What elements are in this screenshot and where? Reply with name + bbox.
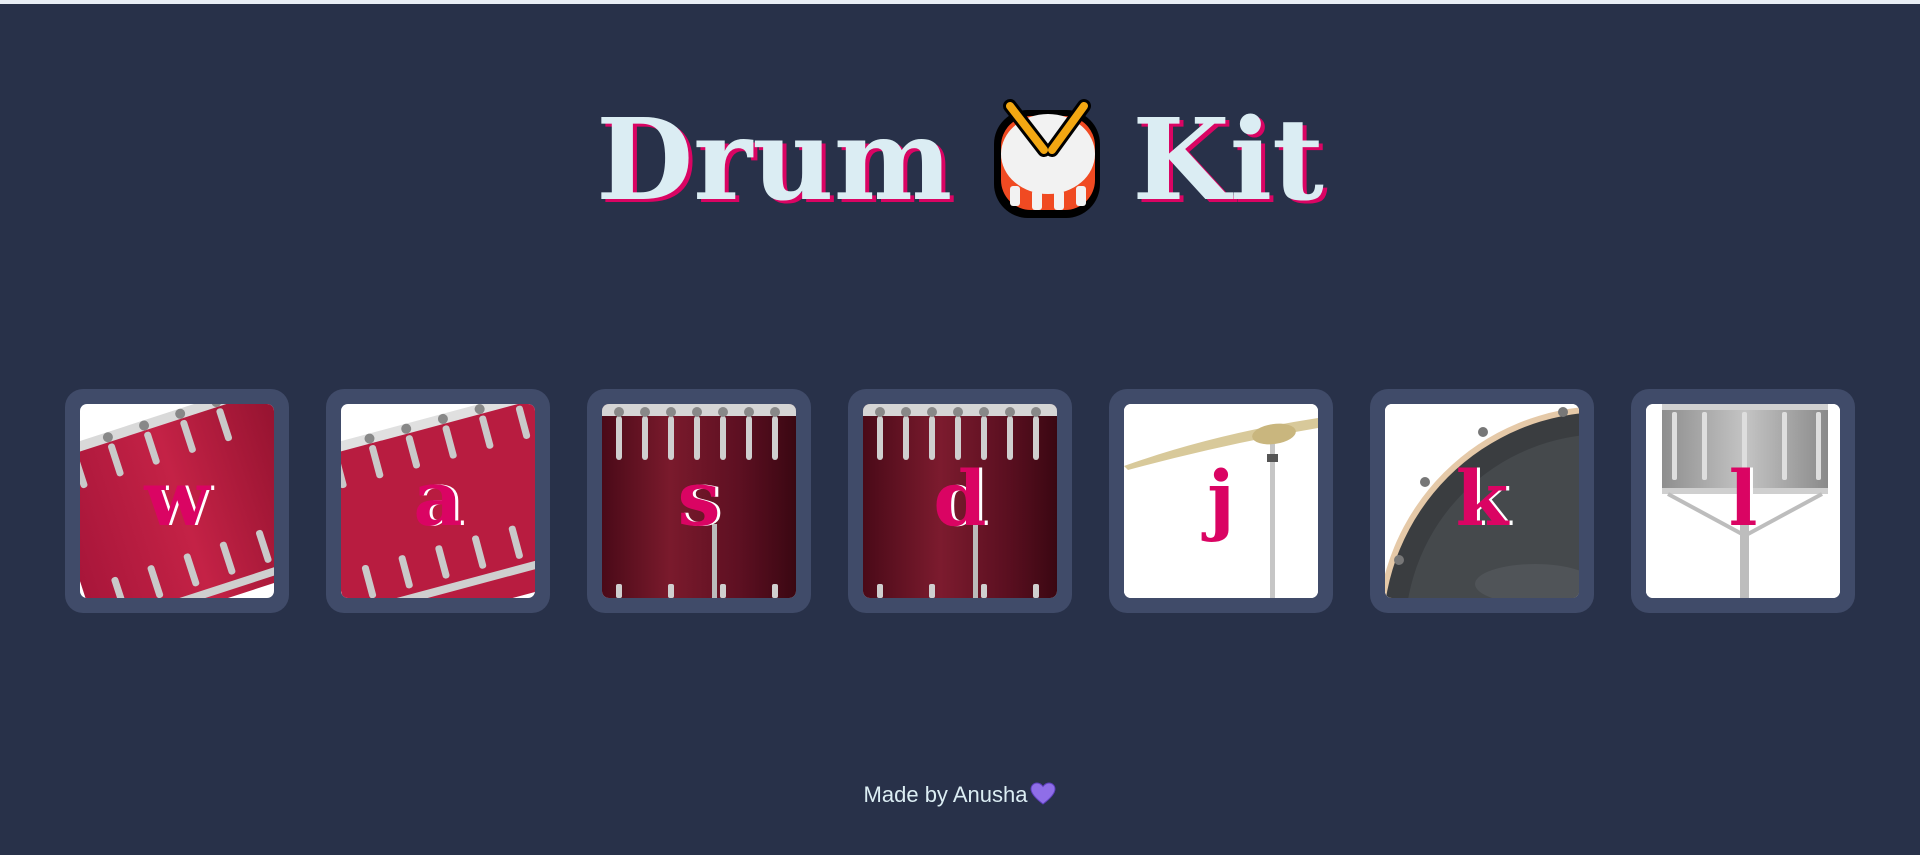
pad-face: s	[602, 404, 796, 598]
drum-pad-s[interactable]: s	[587, 389, 811, 613]
pad-face: j	[1124, 404, 1318, 598]
pad-key-label: w	[144, 454, 210, 543]
drum-pad-j[interactable]: j	[1109, 389, 1333, 613]
title-word-kit: Kit	[1132, 94, 1324, 226]
pad-key-label: k	[1455, 454, 1509, 543]
drum-pad-a[interactable]: a	[326, 389, 550, 613]
pad-face: w	[80, 404, 274, 598]
pad-key-label: l	[1728, 454, 1758, 543]
pad-key-label: a	[413, 454, 463, 543]
pad-face: l	[1646, 404, 1840, 598]
top-border	[0, 0, 1920, 4]
footer: Made by Anusha	[0, 782, 1920, 808]
title-word-drum: Drum	[596, 94, 953, 226]
drum-pad-d[interactable]: d	[848, 389, 1072, 613]
pad-face: k	[1385, 404, 1579, 598]
footer-credit: Made by Anusha	[863, 782, 1028, 807]
pad-key-label: s	[677, 454, 721, 543]
pad-key-label: j	[1207, 454, 1235, 543]
drum-pads: w a s d j k l	[65, 389, 1857, 613]
drum-emoji-icon	[994, 98, 1101, 218]
pad-face: a	[341, 404, 535, 598]
drum-pad-l[interactable]: l	[1631, 389, 1855, 613]
drum-pad-k[interactable]: k	[1370, 389, 1594, 613]
pad-key-label: d	[933, 454, 987, 543]
page-title: Drum Kit	[0, 92, 1920, 226]
purple-heart-icon	[1030, 782, 1056, 805]
drum-pad-w[interactable]: w	[65, 389, 289, 613]
pad-face: d	[863, 404, 1057, 598]
